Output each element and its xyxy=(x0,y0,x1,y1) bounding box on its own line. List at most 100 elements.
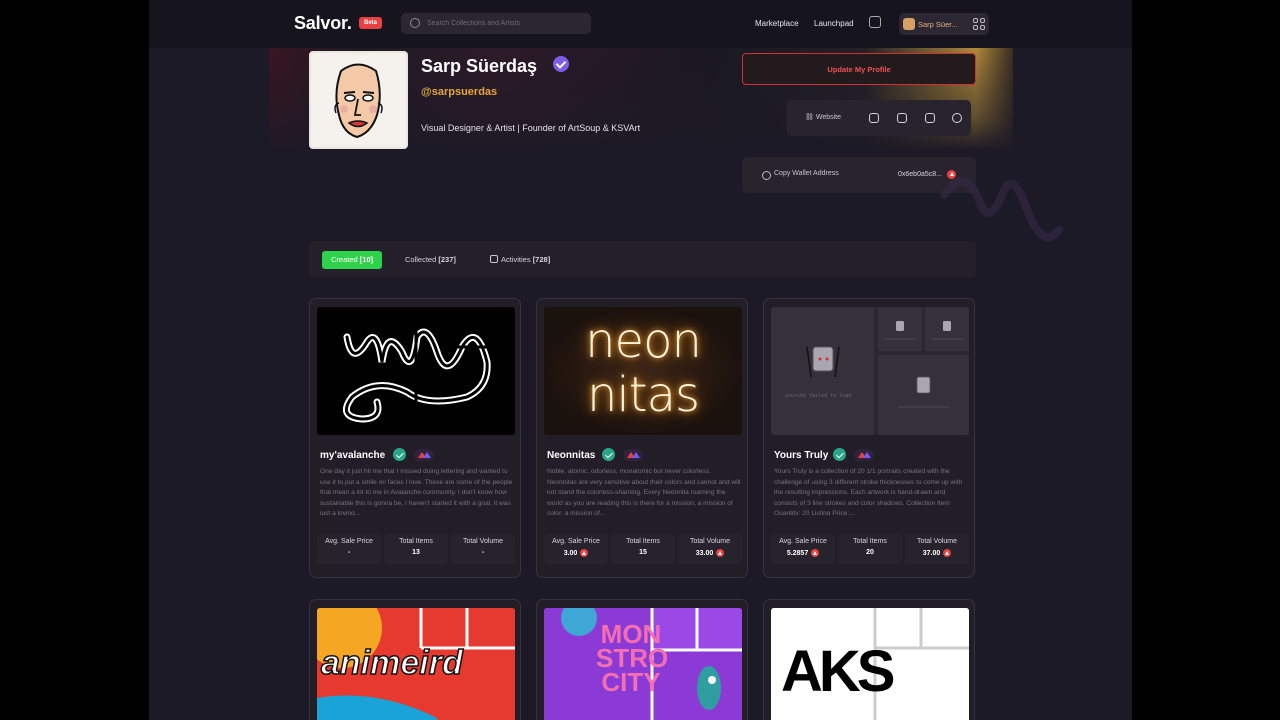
discord-icon[interactable] xyxy=(897,113,907,123)
avg-sale-price: Avg. Sale Price 3.00 xyxy=(544,534,608,564)
collection-title[interactable]: my'avalanche xyxy=(320,450,385,461)
total-volume: Total Volume 37.00 xyxy=(905,534,969,564)
tab-created[interactable]: Created [10] xyxy=(322,251,383,269)
profile-handle[interactable]: @sarpsuerdas xyxy=(421,86,497,98)
collection-description: Noble, atomic, odorless, monatomic but n… xyxy=(547,468,741,515)
stat-label: Avg. Sale Price xyxy=(325,538,373,545)
collection-card[interactable]: animeird xyxy=(309,599,521,720)
collection-thumbnail: AKS xyxy=(771,608,969,720)
website-link[interactable]: ⛓ Website xyxy=(805,113,841,121)
collection-stats: Avg. Sale Price 5.2857 Total Items 20 Tota… xyxy=(771,534,969,564)
avg-sale-price: Avg. Sale Price - xyxy=(317,534,381,564)
image-failed-text: yourskb failed to load xyxy=(785,393,852,399)
copy-wallet-label[interactable]: Copy Wallet Address xyxy=(774,170,839,177)
top-navbar: Salvor. Beta Marketplace Launchpad Sarp … xyxy=(149,0,1132,48)
stat-value: 5.2857 xyxy=(786,549,809,557)
profile-avatar xyxy=(309,51,408,149)
tab-created-label: Created xyxy=(331,255,358,264)
collection-description: One day it just hit me that I missed doi… xyxy=(320,468,513,515)
thumb-text: neon xyxy=(585,313,702,369)
tab-activities[interactable]: Activities [728] xyxy=(481,251,559,269)
thumb-text: animeird xyxy=(320,643,463,683)
profile-bio: Visual Designer & Artist | Founder of Ar… xyxy=(421,123,641,133)
search-bar[interactable] xyxy=(401,13,591,34)
app-frame: Salvor. Beta Marketplace Launchpad Sarp … xyxy=(149,0,1132,720)
stat-label: Total Volume xyxy=(689,538,731,545)
total-items: Total Items 13 xyxy=(384,534,448,564)
collection-title[interactable]: Neonnitas xyxy=(547,450,595,461)
nav-marketplace-link[interactable]: Marketplace xyxy=(755,19,799,28)
collection-card[interactable]: my'avalanche One day it just hit me that… xyxy=(309,298,521,578)
profile-name: Sarp Süerdaş xyxy=(421,56,538,76)
chain-tag-icon xyxy=(414,449,434,461)
wallet-icon[interactable] xyxy=(869,16,881,28)
verified-badge-icon xyxy=(602,448,615,461)
social-links-bar: ⛓ Website xyxy=(787,100,971,136)
copy-icon[interactable] xyxy=(762,171,771,180)
stat-value: - xyxy=(347,549,351,556)
avax-icon xyxy=(943,549,952,557)
collection-stats: Avg. Sale Price - Total Items 13 Total Vol… xyxy=(317,534,515,564)
salvor-logo[interactable]: Salvor. xyxy=(294,13,352,34)
stat-value: 3.00 xyxy=(563,549,578,557)
chain-tag-icon xyxy=(623,449,643,461)
collection-thumbnail: yourskb failed to load xyxy=(771,307,969,435)
avax-icon xyxy=(580,549,589,557)
tab-collected[interactable]: Collected [237] xyxy=(396,251,465,269)
update-profile-button[interactable]: Update My Profile xyxy=(742,53,976,85)
collection-thumbnail: animeird xyxy=(317,608,515,720)
collection-description: Yours Truly is a collection of 20 1/1 po… xyxy=(774,468,963,515)
thumb-text: nitas xyxy=(587,367,700,423)
stat-label: Total Volume xyxy=(462,538,504,545)
total-items: Total Items 15 xyxy=(611,534,675,564)
thumb-text: MON STRO CITY xyxy=(596,619,669,697)
collection-card[interactable]: yourskb failed to load Yours Truly Yours… xyxy=(763,298,975,578)
collection-card[interactable]: AKS xyxy=(763,599,975,720)
collection-card[interactable]: MON STRO CITY xyxy=(536,599,748,720)
collection-thumbnail: neon nitas xyxy=(544,307,742,435)
refresh-icon[interactable] xyxy=(952,113,962,123)
nav-launchpad-link[interactable]: Launchpad xyxy=(814,19,854,28)
tab-activities-label: Activities xyxy=(501,255,531,264)
stat-value: 15 xyxy=(639,549,647,556)
stat-label: Total Items xyxy=(626,538,660,545)
stat-value: 37.00 xyxy=(922,549,941,557)
avax-icon xyxy=(716,549,725,557)
verified-badge-icon xyxy=(553,56,569,72)
instagram-icon[interactable] xyxy=(925,113,935,123)
collection-thumbnail: MON STRO CITY xyxy=(544,608,742,720)
user-avatar xyxy=(903,18,915,30)
collection-stats: Avg. Sale Price 3.00 Total Items 15 Total … xyxy=(544,534,742,564)
collection-thumbnail xyxy=(317,307,515,435)
stat-value: 13 xyxy=(412,549,420,556)
verified-badge-icon xyxy=(833,448,846,461)
beta-badge: Beta xyxy=(359,17,383,29)
avax-icon xyxy=(811,549,820,557)
thumb-text: AKS xyxy=(781,639,895,704)
verified-badge-icon xyxy=(393,448,406,461)
user-menu-button[interactable]: Sarp Süer... xyxy=(899,13,989,35)
stat-value: 20 xyxy=(866,549,874,556)
search-icon xyxy=(410,18,420,28)
chain-tag-icon xyxy=(854,449,874,461)
total-volume: Total Volume - xyxy=(451,534,515,564)
stat-value: - xyxy=(481,549,485,556)
collection-card[interactable]: neon nitas Neonnitas Noble, atomic, odor… xyxy=(536,298,748,578)
avg-sale-price: Avg. Sale Price 5.2857 xyxy=(771,534,835,564)
stat-value: 33.00 xyxy=(695,549,714,557)
stat-label: Avg. Sale Price xyxy=(552,538,600,545)
tab-collected-count: [237] xyxy=(438,255,456,264)
stat-label: Total Items xyxy=(853,538,887,545)
twitter-icon[interactable] xyxy=(869,113,879,123)
stat-label: Total Items xyxy=(399,538,433,545)
total-volume: Total Volume 33.00 xyxy=(678,534,742,564)
activities-icon xyxy=(490,255,498,263)
total-items: Total Items 20 xyxy=(838,534,902,564)
collection-title[interactable]: Yours Truly xyxy=(774,450,828,461)
search-input[interactable] xyxy=(427,16,577,31)
user-name: Sarp Süer... xyxy=(918,20,958,29)
tab-created-count: [10] xyxy=(359,255,374,264)
apps-grid-icon[interactable] xyxy=(973,18,985,30)
profile-tabs: Created [10] Collected [237] Activities … xyxy=(309,241,976,278)
tab-collected-label: Collected xyxy=(405,255,437,264)
